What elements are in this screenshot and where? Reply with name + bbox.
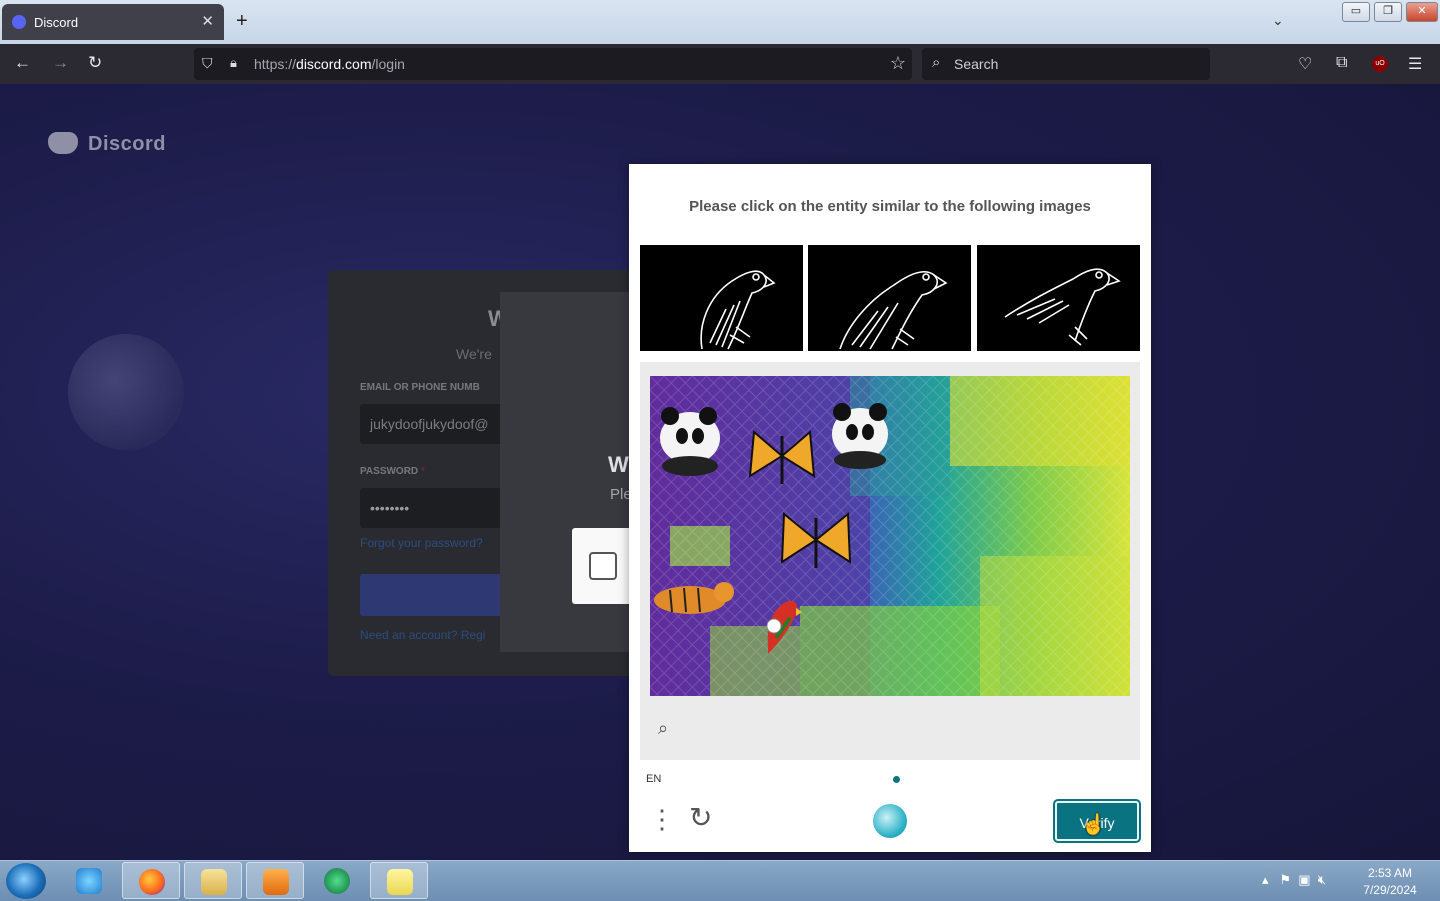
search-bar[interactable]: ⌕ Search — [922, 48, 1210, 80]
tracking-shield-icon[interactable]: ⛉ — [202, 55, 213, 72]
taskbar-app[interactable] — [308, 862, 366, 899]
taskbar-internet-explorer[interactable] — [60, 862, 118, 899]
search-icon: ⌕ — [932, 54, 941, 71]
flag-icon[interactable]: ⚑ — [1279, 872, 1291, 887]
discord-logo-icon — [48, 132, 78, 154]
tab-discord[interactable]: Discord ✕ — [2, 4, 224, 40]
mouse-cursor-icon: ☝ — [1081, 814, 1106, 836]
window-close-button[interactable]: ✕ — [1406, 2, 1438, 22]
refresh-challenge-icon[interactable]: ↻ — [689, 804, 712, 832]
example-image-parrot-1 — [640, 245, 803, 351]
tab-close-icon[interactable]: ✕ — [201, 12, 214, 30]
internet-explorer-icon — [76, 868, 102, 894]
challenge-prompt: Please click on the entity similar to th… — [689, 198, 1091, 215]
discord-favicon-icon — [12, 15, 26, 29]
parrot-sketch-icon — [839, 270, 948, 350]
network-icon[interactable]: ▣ — [1298, 872, 1310, 887]
start-button-icon[interactable] — [6, 863, 46, 899]
search-placeholder: Search — [954, 56, 999, 72]
clock-time: 2:53 AM — [1367, 866, 1413, 880]
folder-icon — [201, 869, 227, 895]
sticky-notes-icon — [387, 869, 413, 895]
panda-entity[interactable] — [660, 407, 720, 476]
show-hidden-icons-icon[interactable]: ▴ — [1262, 872, 1269, 887]
tab-title: Discord — [34, 15, 79, 30]
window-minimize-button[interactable]: ▭ — [1342, 2, 1370, 22]
new-tab-button[interactable]: + — [236, 10, 248, 33]
parrot-sketch-icon — [700, 270, 776, 350]
captcha-checkbox[interactable] — [589, 552, 617, 580]
password-label: PASSWORD * — [360, 466, 425, 477]
system-tray: ▴ ⚑ ▣ 🔇︎ — [1262, 872, 1326, 888]
register-link[interactable]: Regi — [461, 628, 486, 642]
volume-muted-icon[interactable]: 🔇︎ — [1318, 872, 1326, 887]
selection-marker — [766, 618, 782, 634]
email-label: EMAIL OR PHONE NUMB — [360, 382, 480, 393]
taskbar-media-player[interactable] — [246, 862, 304, 899]
task-scene — [650, 376, 1130, 696]
firefox-icon — [139, 869, 165, 895]
lock-icon[interactable]: 🔒︎ — [230, 55, 237, 71]
captcha-modal-title: W — [608, 452, 629, 477]
taskbar-file-explorer[interactable] — [184, 862, 242, 899]
taskbar-sticky-notes[interactable] — [370, 862, 428, 899]
menu-dots-icon[interactable]: ⋮ — [649, 806, 675, 832]
challenge-task-area: ⌕ — [640, 362, 1140, 760]
example-image-parrot-2 — [808, 245, 971, 351]
register-prompt: Need an account? Regi — [360, 628, 486, 642]
taskbar-firefox[interactable] — [122, 862, 180, 899]
window-restore-button[interactable]: ❐ — [1374, 2, 1402, 22]
panda-entity[interactable] — [832, 403, 888, 469]
reload-icon[interactable]: ↻ — [88, 53, 102, 73]
media-player-icon — [263, 869, 289, 895]
language-selector[interactable]: EN — [646, 773, 661, 785]
forward-arrow-icon[interactable]: → — [52, 53, 69, 73]
taskbar-clock[interactable]: 2:53 AM 7/29/2024 — [1350, 865, 1430, 899]
hcaptcha-logo-icon[interactable] — [873, 804, 907, 838]
app-menu-icon[interactable]: ☰ — [1408, 54, 1422, 74]
green-app-icon — [324, 868, 350, 894]
challenge-task-image[interactable] — [650, 376, 1130, 696]
back-arrow-icon[interactable]: ← — [14, 53, 31, 73]
discord-logo[interactable]: Discord — [48, 132, 166, 156]
example-image-parrot-3 — [977, 245, 1140, 351]
forgot-password-link[interactable]: Forgot your password? — [360, 536, 483, 550]
address-bar[interactable]: ⛉ 🔒︎ https://discord.com/login ☆ — [194, 48, 912, 80]
clock-date: 7/29/2024 — [1363, 883, 1417, 897]
challenge-progress-dot — [893, 776, 900, 783]
zoom-magnifier-icon[interactable]: ⌕ — [658, 718, 668, 739]
bookmark-star-icon[interactable]: ☆ — [890, 53, 906, 74]
background-planet — [68, 334, 184, 450]
url-text[interactable]: https://discord.com/login — [254, 56, 405, 72]
login-subtitle: We're — [456, 346, 492, 362]
extensions-icon[interactable]: ⧉ — [1336, 54, 1347, 72]
ublock-icon[interactable]: uO — [1372, 56, 1388, 72]
parrot-sketch-icon — [1004, 268, 1121, 346]
captcha-challenge-panel: Please click on the entity similar to th… — [629, 164, 1151, 852]
list-all-tabs-button[interactable]: ⌄ — [1272, 12, 1284, 29]
pocket-icon[interactable]: ♡ — [1298, 54, 1312, 74]
